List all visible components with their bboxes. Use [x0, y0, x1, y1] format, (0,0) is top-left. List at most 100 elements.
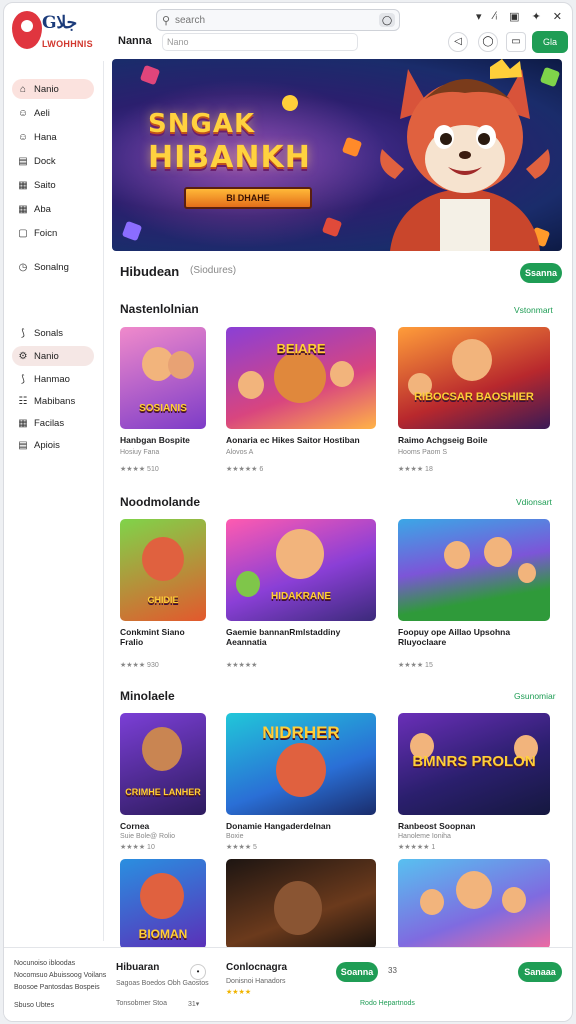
- game-card[interactable]: HIDAKRANE Gaemie bannanRmlstaddiny Aeann…: [226, 519, 382, 669]
- sidebar-item-home[interactable]: ⌂ Nanio: [12, 79, 94, 99]
- game-thumbnail: BEIARE: [226, 327, 376, 429]
- sidebar-item-foicn[interactable]: ▢ Foicn: [12, 223, 94, 243]
- app-window: Gجلا LWOHHNIS ⚲ ◯ ▾ ⁄ᵢ ▣ ✦ ✕ Nanna Nano …: [3, 2, 573, 1022]
- sidebar-item-nanio[interactable]: ⚙ Nanio: [12, 346, 94, 366]
- hero-line-1: SNGAK: [148, 109, 256, 139]
- game-card[interactable]: SOSIANIS Hanbgan Bospite Hosiuy Fana ★★★…: [120, 327, 210, 477]
- game-title: Cornea: [120, 821, 150, 831]
- profile-pill[interactable]: Gla: [532, 31, 568, 53]
- section-title: Minolaele: [120, 689, 175, 703]
- sidebar-item-aeli[interactable]: ☺ Aeli: [12, 103, 94, 123]
- footer-install-button[interactable]: Soanna: [336, 962, 378, 982]
- featured-button[interactable]: Ssanna: [520, 263, 562, 283]
- sort-icon[interactable]: ⁄ᵢ: [494, 10, 498, 23]
- app-logo[interactable]: Gجلا LWOHHNIS: [12, 9, 102, 57]
- game-card[interactable]: [398, 859, 550, 949]
- filter-field[interactable]: Nano: [162, 33, 358, 51]
- sidebar-item-aba[interactable]: ▦ Aba: [12, 199, 94, 219]
- search-bar[interactable]: ⚲ ◯: [156, 9, 400, 31]
- dot-icon[interactable]: •: [190, 964, 206, 980]
- calendar-icon: ▦: [18, 179, 28, 191]
- search-input[interactable]: [175, 14, 365, 26]
- character-art: [276, 743, 326, 797]
- game-card[interactable]: NIDRHER Donamie Hangaderdelnan Boxie ★★★…: [226, 713, 382, 858]
- game-title: Raimo Achgseig Boile: [398, 435, 488, 445]
- character-art: [238, 371, 264, 399]
- game-title: Gaemie bannanRmlstaddiny Aeannatia: [226, 627, 341, 647]
- footer-link[interactable]: Nocunoiso ibloodas: [14, 960, 75, 967]
- footer-item-meta: Tonsobmer Stoa: [116, 1000, 167, 1007]
- game-thumbnail: BIOMAN: [120, 859, 206, 949]
- game-card[interactable]: BMNRS PROLON Ranbeost Soopnan Hanoleme I…: [398, 713, 554, 858]
- game-subtitle: Boxie: [226, 833, 244, 840]
- brightness-icon[interactable]: ✦: [532, 10, 541, 23]
- wifi-icon[interactable]: ▾: [476, 10, 482, 23]
- book-icon: ▤: [18, 155, 28, 167]
- footer-link[interactable]: Nocomsuo Abuissoog Voilans: [14, 972, 106, 979]
- character-art: [420, 889, 444, 915]
- sidebar-item-label: Hanmao: [34, 373, 70, 385]
- sidebar-item-sonals[interactable]: ⟆ Sonals: [12, 323, 94, 343]
- voice-search-icon[interactable]: ◯: [379, 13, 395, 27]
- character-art: [518, 563, 536, 583]
- game-rating: ★★★★ 18: [398, 466, 433, 473]
- window-button[interactable]: ▭: [506, 32, 526, 52]
- app-subtitle: LWOHHNIS: [42, 39, 93, 49]
- game-rating: ★★★★ 5: [226, 844, 257, 851]
- sidebar-item-hanmao[interactable]: ⟆ Hanmao: [12, 369, 94, 389]
- footer-item-title[interactable]: Hibuaran: [116, 962, 159, 973]
- footer-link[interactable]: Sbuso Ubtes: [14, 1002, 54, 1009]
- game-title: Hanbgan Bospite: [120, 435, 190, 445]
- game-card[interactable]: BEIARE Aonaria ec Hikes Saitor Hostiban …: [226, 327, 382, 477]
- section-more-link[interactable]: Gsunomiar: [514, 691, 556, 701]
- screen-icon[interactable]: ▣: [509, 10, 519, 23]
- footer-action-button[interactable]: Sanaaa: [518, 962, 562, 982]
- back-button[interactable]: ◁: [448, 32, 468, 52]
- footer-item-subtitle: Donisnoi Hanadors: [226, 978, 286, 985]
- sidebar-item-label: Aba: [34, 203, 51, 215]
- footer-link[interactable]: Boosoe Pantosdas Bospeis: [14, 984, 100, 991]
- game-rating: ★★★★ 510: [120, 466, 159, 473]
- section-more-link[interactable]: Vdionsart: [516, 497, 552, 507]
- character-art: [484, 537, 512, 567]
- character-art: [142, 537, 184, 581]
- sidebar: ⌂ Nanio ☺ Aeli ☺ Hana ▤ Dock ▦ Saito ▦ Aba ▢ Fo…: [4, 61, 104, 941]
- sidebar-item-dock[interactable]: ▤ Dock: [12, 151, 94, 171]
- game-thumbnail: [398, 519, 550, 621]
- search-icon: ⚲: [161, 14, 171, 27]
- doc-icon: ▢: [18, 227, 28, 239]
- game-thumbnail: GHIDIE: [120, 519, 206, 621]
- game-rating: ★★★★★ 1: [398, 844, 436, 851]
- game-card[interactable]: RIBOCSAR BAOSHIER Raimo Achgseig Boile H…: [398, 327, 554, 477]
- close-icon[interactable]: ✕: [553, 10, 562, 23]
- game-card[interactable]: CRIMHE LANHER Cornea Suie Bole@ Rolio ★★…: [120, 713, 210, 858]
- sidebar-item-apiois[interactable]: ▤ Apiois: [12, 435, 94, 455]
- character-art: [330, 361, 354, 387]
- section-more-link[interactable]: Vstonmart: [514, 305, 553, 315]
- game-card[interactable]: [226, 859, 376, 949]
- sidebar-item-saito[interactable]: ▦ Saito: [12, 175, 94, 195]
- game-card[interactable]: GHIDIE Conkmint Siano Fralio ★★★★ 930: [120, 519, 210, 669]
- record-button[interactable]: ◯: [478, 32, 498, 52]
- game-thumbnail: SOSIANIS: [120, 327, 206, 429]
- footer-item-title[interactable]: Conlocnagra: [226, 962, 287, 973]
- sidebar-item-hana[interactable]: ☺ Hana: [12, 127, 94, 147]
- game-card[interactable]: BIOMAN: [120, 859, 210, 949]
- sidebar-item-sonalng[interactable]: ◷ Sonalng: [12, 257, 94, 277]
- footer-item-rating: ★★★★: [226, 989, 252, 996]
- game-title: Donamie Hangaderdelnan: [226, 821, 331, 831]
- footer-link[interactable]: Rodo Hepartnods: [360, 1000, 415, 1007]
- character-art: [274, 351, 326, 403]
- game-thumbnail: HIDAKRANE: [226, 519, 376, 621]
- hero-banner[interactable]: SNGAK HIBANKH Bl DHAHE: [112, 59, 562, 251]
- sidebar-item-mabibans[interactable]: ☷ Mabibans: [12, 391, 94, 411]
- sidebar-item-label: Facilas: [34, 417, 65, 429]
- chat-icon: ☷: [18, 395, 28, 407]
- character-art: [142, 727, 182, 771]
- thumbnail-title: HIDAKRANE: [271, 591, 331, 602]
- game-thumbnail: NIDRHER: [226, 713, 376, 815]
- game-card[interactable]: Foopuy ope Aillao Upsohna Rluyoclaare ★★…: [398, 519, 554, 669]
- window-controls: ▾ ⁄ᵢ ▣ ✦ ✕: [476, 10, 562, 23]
- sidebar-item-facilas[interactable]: ▦ Facilas: [12, 413, 94, 433]
- game-thumbnail: BMNRS PROLON: [398, 713, 550, 815]
